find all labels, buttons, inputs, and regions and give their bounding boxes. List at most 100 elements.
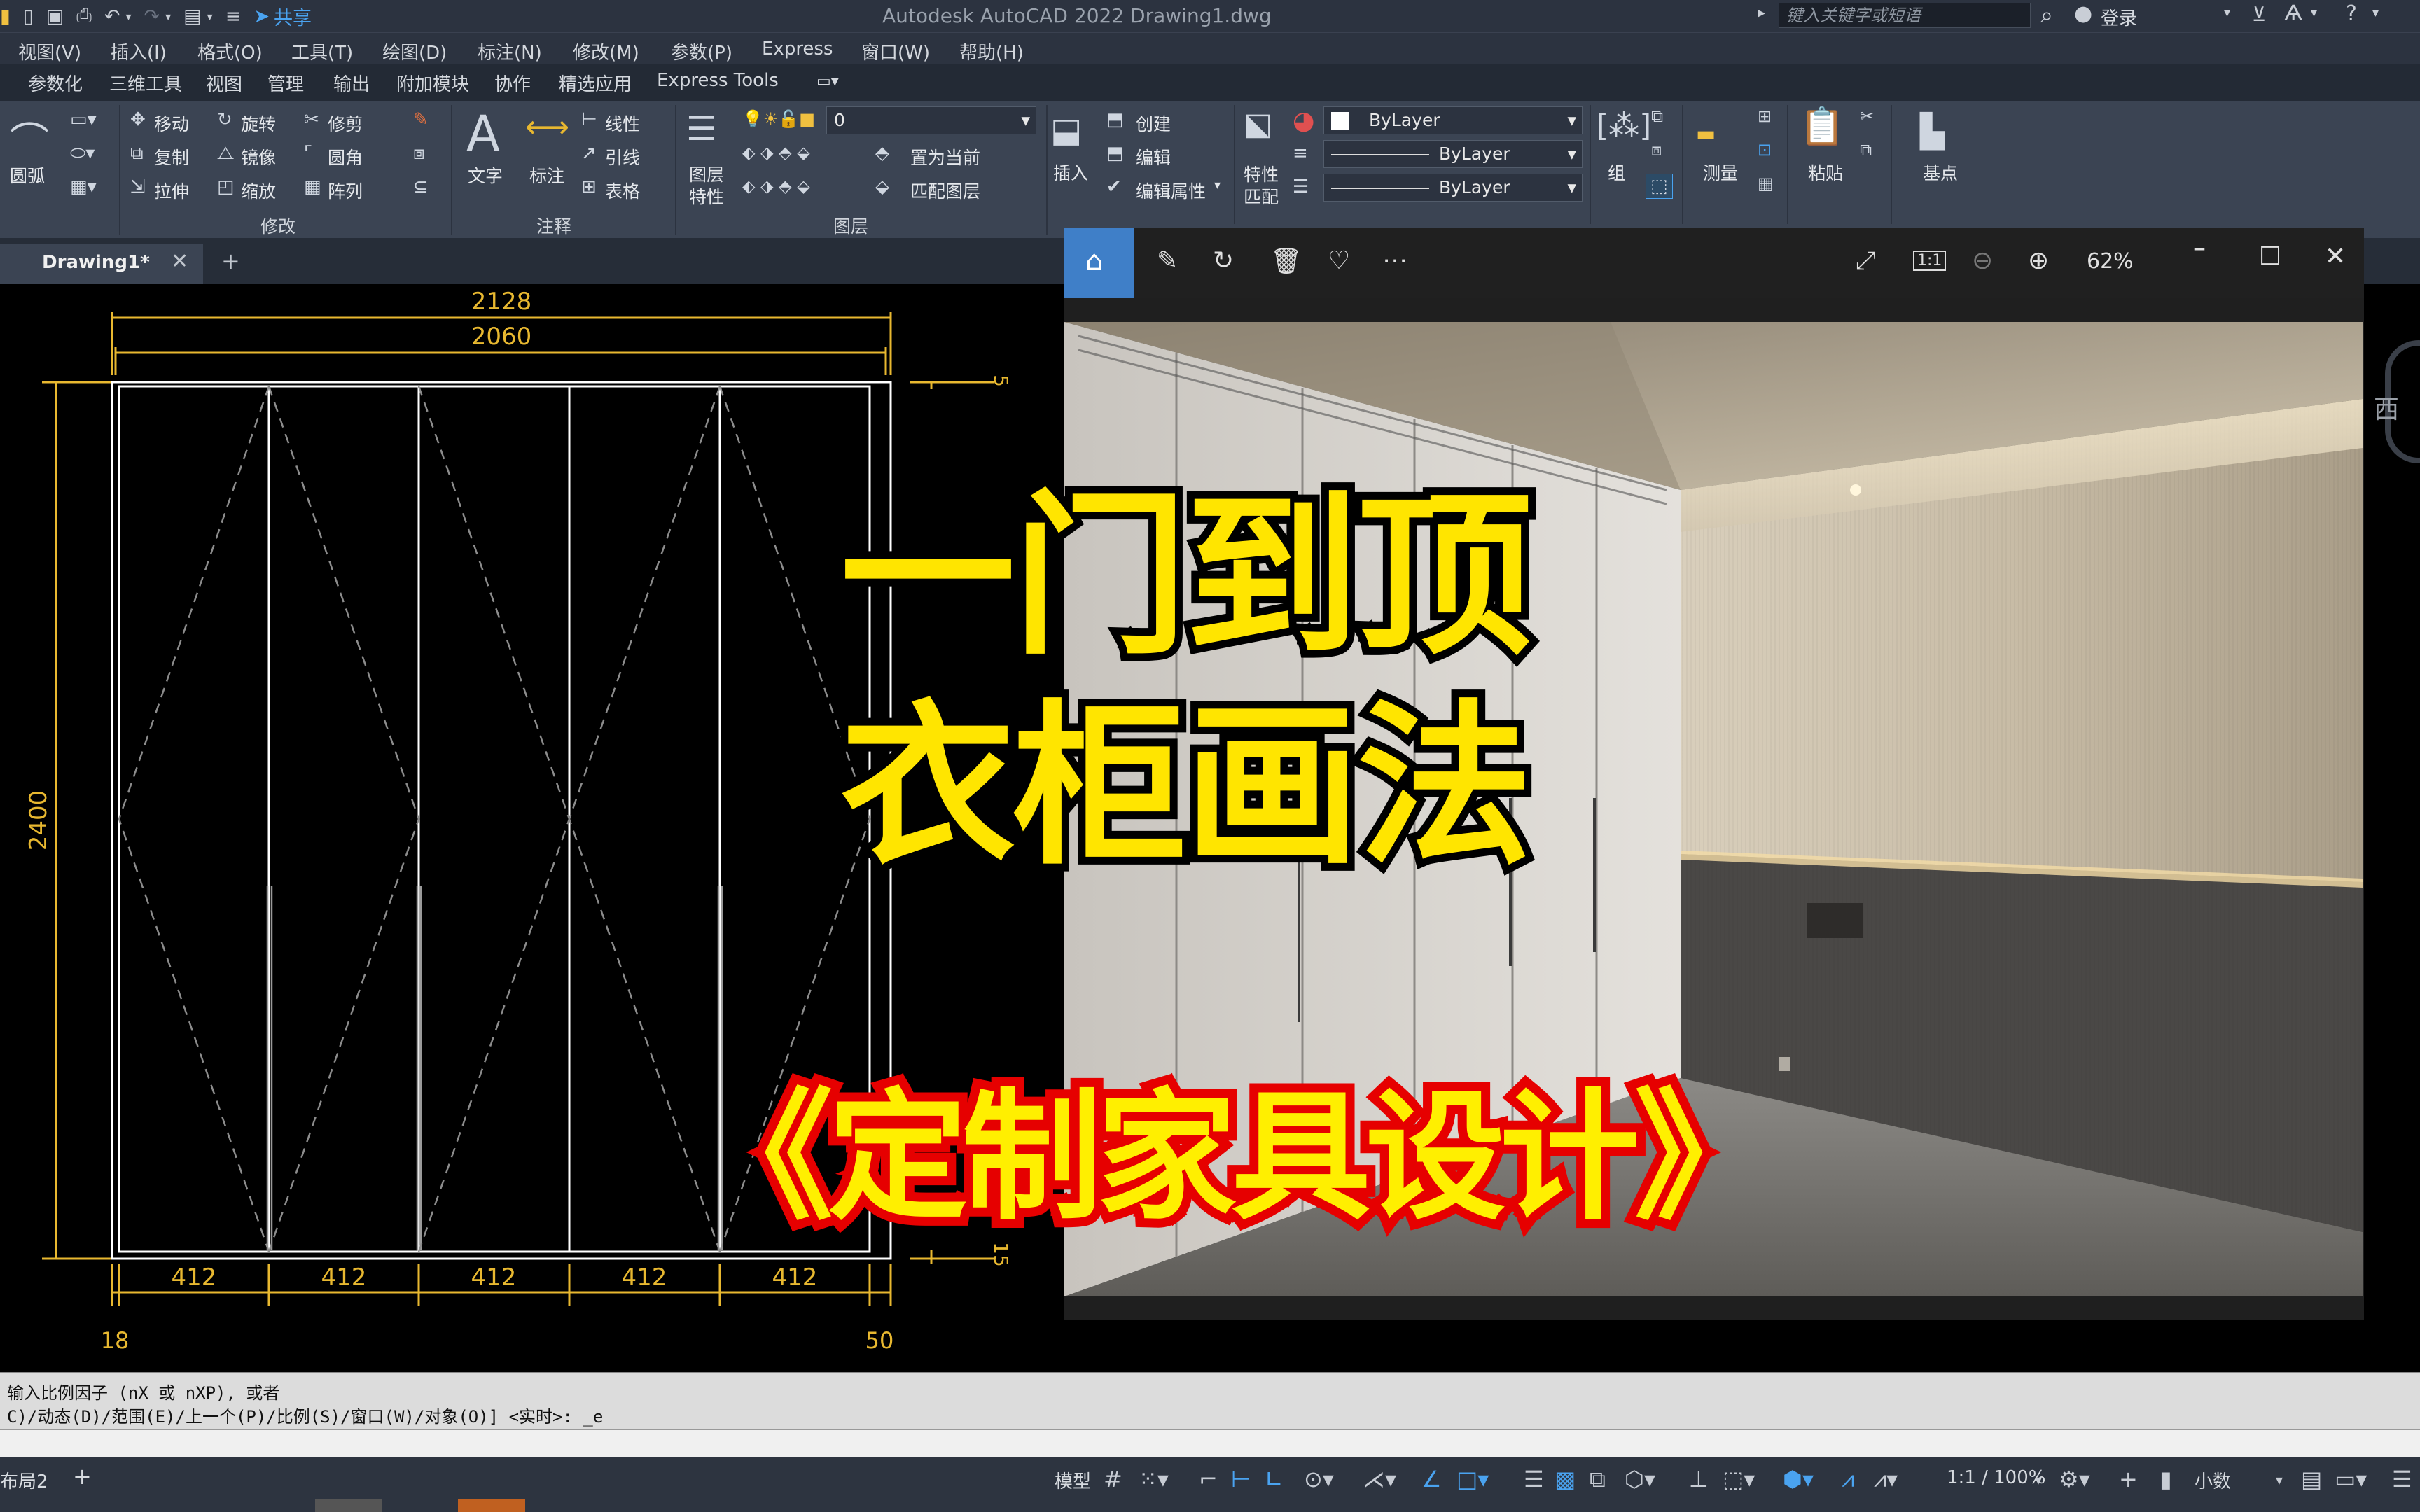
- menu-modify[interactable]: 修改(M): [573, 38, 639, 64]
- search-arrow-icon[interactable]: ▸: [1758, 4, 1765, 22]
- base-point-button[interactable]: 基点: [1923, 160, 1958, 185]
- set-current-button[interactable]: 置为当前: [910, 144, 980, 169]
- add-layout-icon[interactable]: +: [73, 1463, 92, 1490]
- polar-tracking-icon[interactable]: ⊙▾: [1304, 1466, 1334, 1492]
- tab-manage[interactable]: 管理: [267, 70, 304, 96]
- copy-clip-icon[interactable]: ⧉: [1860, 140, 1872, 160]
- menu-view[interactable]: 视图(V): [18, 38, 81, 64]
- tab-3d-tools[interactable]: 三维工具: [109, 70, 182, 96]
- menu-tools[interactable]: 工具(T): [291, 38, 353, 64]
- scale-icon[interactable]: ◰: [217, 176, 235, 197]
- match-properties-label-1[interactable]: 特性: [1244, 161, 1279, 186]
- tab-parametric[interactable]: 参数化: [28, 70, 83, 96]
- ungroup-icon[interactable]: ⧉: [1651, 106, 1663, 126]
- open-icon[interactable]: ▮: [0, 6, 11, 27]
- tab-output[interactable]: 输出: [333, 70, 370, 96]
- move-button[interactable]: 移动: [154, 111, 189, 136]
- calculator-icon[interactable]: ▦: [1758, 174, 1774, 193]
- insert-button[interactable]: 插入: [1053, 160, 1088, 185]
- undo-dropdown-icon[interactable]: ▾: [125, 10, 131, 23]
- stretch-icon[interactable]: ⇲: [130, 176, 146, 197]
- group-button[interactable]: 组: [1608, 160, 1625, 185]
- lineweight-icon[interactable]: ☰: [1293, 176, 1309, 197]
- tab-view[interactable]: 视图: [206, 70, 242, 96]
- dynamic-ucs-icon[interactable]: ⊥: [1689, 1466, 1709, 1492]
- insert-block-icon[interactable]: ⬓: [1050, 111, 1082, 150]
- maximize-icon[interactable]: ☐: [2259, 242, 2281, 271]
- layer-dropdown[interactable]: 0 ▾: [826, 106, 1036, 134]
- mirror-button[interactable]: 镜像: [241, 144, 276, 169]
- rotate-icon[interactable]: ↻: [217, 109, 232, 130]
- plot-dropdown-icon[interactable]: ▾: [207, 10, 213, 23]
- move-icon[interactable]: ✥: [130, 109, 146, 130]
- create-block-icon[interactable]: ⬒: [1106, 109, 1124, 130]
- units-value[interactable]: 小数: [2195, 1467, 2231, 1493]
- rotate-button[interactable]: 旋转: [241, 111, 276, 136]
- layout-tab[interactable]: 布局2: [0, 1467, 48, 1493]
- annotation-panel-title[interactable]: 注释: [536, 213, 571, 238]
- layer-tools-icons-row1[interactable]: ⬖ ⬗ ⬘ ⬙: [742, 143, 810, 162]
- units-dropdown-icon[interactable]: ▾: [2276, 1471, 2283, 1488]
- layers-panel-title[interactable]: 图层: [833, 213, 868, 238]
- transparency-icon[interactable]: ▩: [1555, 1466, 1576, 1492]
- group-edit-icon[interactable]: ⧈: [1651, 140, 1662, 160]
- lock-ui-icon[interactable]: ▭▾: [2335, 1466, 2367, 1492]
- gizmo-icon[interactable]: ⬢▾: [1783, 1466, 1814, 1492]
- tab-collaborate[interactable]: 协作: [494, 70, 531, 96]
- scale-button[interactable]: 缩放: [241, 178, 276, 203]
- linear-button[interactable]: 线性: [605, 111, 640, 136]
- isodraft-icon[interactable]: ⋌▾: [1363, 1466, 1396, 1492]
- measure-button[interactable]: 测量: [1703, 160, 1738, 185]
- zoom-out-icon[interactable]: ⊖: [1972, 246, 1993, 275]
- leader-icon[interactable]: ↗: [581, 143, 597, 164]
- dimension-icon[interactable]: ⟷: [525, 109, 569, 145]
- rotate-image-icon[interactable]: ↻: [1213, 246, 1234, 275]
- copy-icon[interactable]: ⧉: [130, 143, 144, 164]
- dynamic-input-icon[interactable]: ⊢: [1231, 1466, 1251, 1492]
- match-properties-label-2[interactable]: 匹配: [1244, 183, 1279, 209]
- annotation-scale[interactable]: 1:1 / 100%: [1947, 1467, 2045, 1488]
- tab-addins[interactable]: 附加模块: [396, 70, 469, 96]
- hatch-icon[interactable]: ▦▾: [70, 176, 97, 197]
- redo-icon[interactable]: ↷: [144, 6, 160, 27]
- set-current-icon[interactable]: ⬘: [875, 143, 889, 164]
- plot-icon[interactable]: ▤: [183, 6, 202, 27]
- fillet-icon[interactable]: ⌜: [304, 143, 312, 164]
- cut-icon[interactable]: ✂: [1860, 106, 1874, 126]
- share-icon[interactable]: ➤: [253, 6, 270, 27]
- infer-constraints-icon[interactable]: ⌐: [1199, 1466, 1218, 1492]
- quick-properties-icon[interactable]: ▤: [2301, 1466, 2322, 1492]
- layer-state-icons[interactable]: 💡☀🔓■: [742, 109, 815, 129]
- login-button[interactable]: 登录: [2101, 4, 2137, 30]
- array-icon[interactable]: ▦: [304, 176, 321, 197]
- dimension-button[interactable]: 标注: [529, 162, 564, 188]
- select-all-icon[interactable]: ⊡: [1758, 140, 1772, 160]
- edit-attributes-button[interactable]: 编辑属性: [1136, 178, 1206, 203]
- arc-button[interactable]: 圆弧: [10, 162, 45, 188]
- share-button[interactable]: 共享: [274, 3, 312, 30]
- login-dropdown-icon[interactable]: ▾: [2224, 6, 2230, 20]
- annotation-monitor-icon[interactable]: +: [2119, 1466, 2138, 1492]
- arc-icon[interactable]: ⌒: [10, 111, 49, 167]
- menu-insert[interactable]: 插入(I): [111, 38, 167, 64]
- taskbar-item-1[interactable]: [315, 1499, 382, 1512]
- units-icon[interactable]: ▮: [2160, 1466, 2172, 1492]
- stretch-button[interactable]: 拉伸: [154, 178, 189, 203]
- minimize-icon[interactable]: –: [2193, 234, 2206, 262]
- scale-dropdown-icon[interactable]: ▾: [2035, 1471, 2042, 1488]
- linetype-dropdown[interactable]: ByLayer ▾: [1323, 140, 1583, 168]
- quick-select-icon[interactable]: ⊞: [1758, 106, 1772, 126]
- erase-icon[interactable]: ✎: [413, 109, 429, 130]
- linetype-icon[interactable]: ≡: [1293, 143, 1308, 164]
- lineweight-dropdown[interactable]: ByLayer ▾: [1323, 174, 1583, 202]
- object-snap-tracking-icon[interactable]: ∠: [1421, 1466, 1442, 1492]
- color-wheel-icon[interactable]: ◕: [1293, 106, 1314, 135]
- edit-image-icon[interactable]: ✎: [1157, 246, 1178, 275]
- workspace-gear-icon[interactable]: ⚙▾: [2059, 1466, 2090, 1492]
- edit-attributes-icon[interactable]: ✔: [1106, 176, 1122, 197]
- group-icon[interactable]: [⁂]: [1597, 108, 1651, 144]
- match-properties-icon[interactable]: ⬕: [1244, 106, 1273, 142]
- help-icon[interactable]: ?: [2346, 1, 2357, 26]
- fullscreen-icon[interactable]: ⤢: [1856, 246, 1876, 276]
- paste-icon[interactable]: 📋: [1800, 105, 1845, 148]
